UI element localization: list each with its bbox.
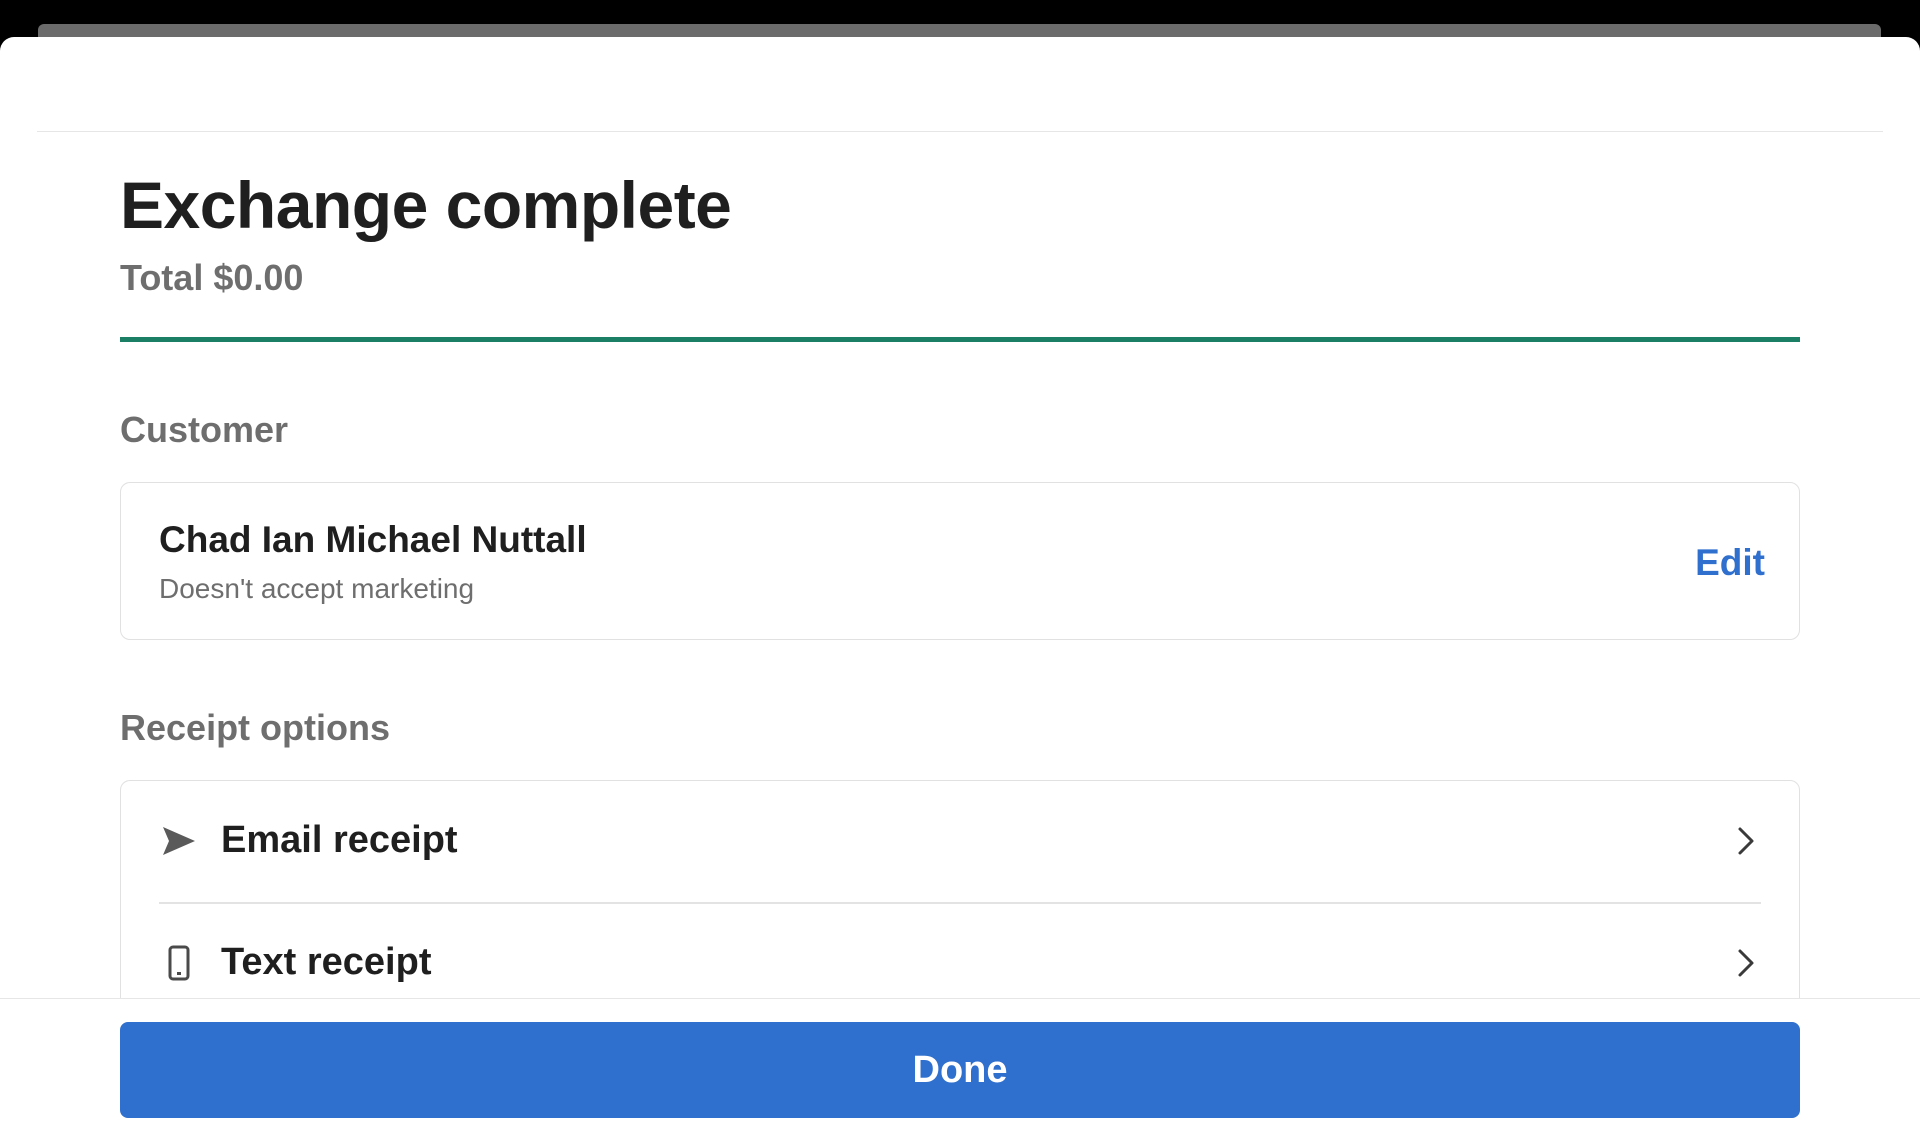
chevron-right-icon <box>1735 825 1759 857</box>
customer-name: Chad Ian Michael Nuttall <box>159 519 587 560</box>
customer-card: Chad Ian Michael Nuttall Doesn't accept … <box>120 482 1800 640</box>
progress-bar <box>120 337 1800 342</box>
receipt-options-label: Receipt options <box>120 707 391 748</box>
phone-icon <box>159 943 199 983</box>
customer-section-label: Customer <box>120 409 289 450</box>
total-amount: Total $0.00 <box>120 257 304 298</box>
progress-bar-fill <box>120 337 1800 342</box>
send-icon <box>159 821 199 861</box>
done-button[interactable]: Done <box>120 1022 1800 1118</box>
customer-marketing-status: Doesn't accept marketing <box>159 573 475 604</box>
text-receipt-label: Text receipt <box>221 941 432 983</box>
edit-customer-button[interactable]: Edit <box>1695 542 1765 584</box>
page-title: Exchange complete <box>120 168 732 242</box>
email-receipt-label: Email receipt <box>221 819 458 861</box>
top-divider <box>37 131 1883 132</box>
exchange-complete-sheet: Exchange complete Total $0.00 Customer C… <box>0 37 1920 1141</box>
footer-bar: Done <box>0 998 1920 1141</box>
chevron-right-icon <box>1735 947 1759 979</box>
email-receipt-row[interactable]: Email receipt <box>159 781 1761 901</box>
